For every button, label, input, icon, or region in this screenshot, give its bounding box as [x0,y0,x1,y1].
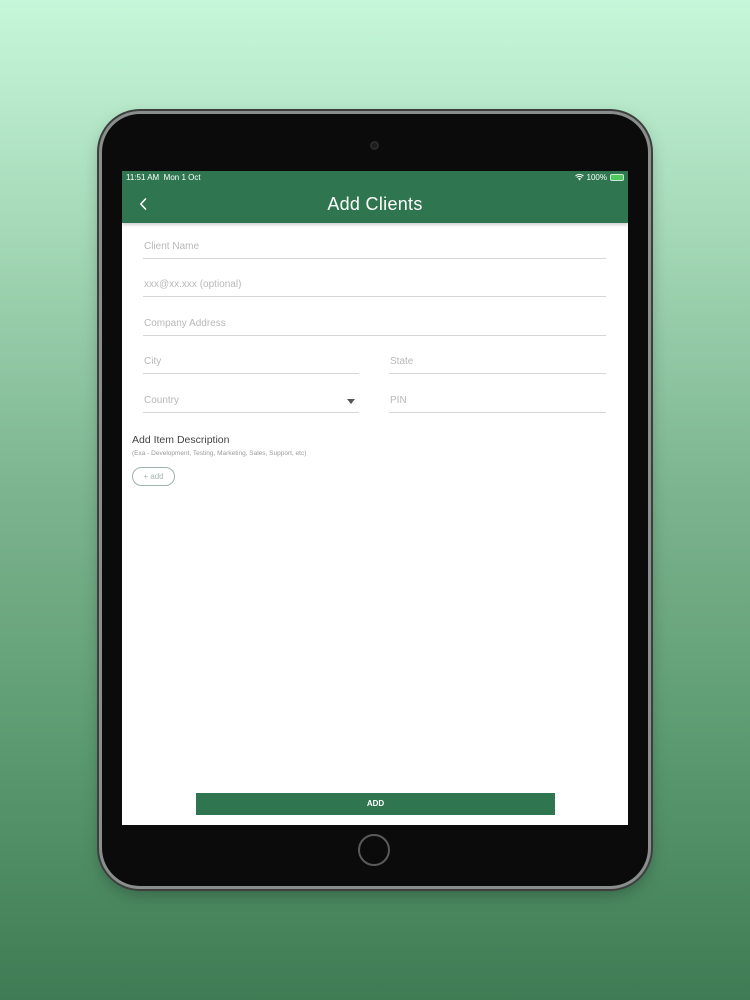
app-screen: 11:51 AM Mon 1 Oct 100% Add Clients Clie… [122,171,628,825]
city-field[interactable]: City [143,354,359,374]
page-title: Add Clients [327,194,423,214]
email-field[interactable]: xxx@xx.xxx (optional) [143,277,606,297]
home-button[interactable] [358,834,390,866]
client-name-field[interactable]: Client Name [143,239,606,259]
city-placeholder: City [144,356,162,367]
battery-percent: 100% [586,173,607,182]
company-address-field[interactable]: Company Address [143,316,606,336]
email-placeholder: xxx@xx.xxx (optional) [144,279,242,290]
status-time: 11:51 AM Mon 1 Oct [126,173,201,182]
camera [370,141,379,150]
add-item-button[interactable]: + add [132,467,175,486]
app-bar: Add Clients [122,185,628,223]
pin-field[interactable]: PIN [389,393,606,413]
country-select[interactable]: Country [143,393,359,413]
battery-icon [610,174,624,181]
tablet-frame: 11:51 AM Mon 1 Oct 100% Add Clients Clie… [102,114,648,886]
status-bar: 11:51 AM Mon 1 Oct 100% [122,171,628,185]
dropdown-arrow-icon [347,399,355,404]
country-placeholder: Country [144,395,180,406]
add-client-button[interactable]: ADD [196,793,555,815]
item-description-hint: (Exa - Development, Testing, Marketing, … [132,450,307,457]
status-date: Mon 1 Oct [163,173,201,182]
wifi-icon [574,174,584,181]
pin-placeholder: PIN [390,395,407,406]
state-placeholder: State [390,356,414,367]
client-name-placeholder: Client Name [144,241,200,252]
item-description-title: Add Item Description [132,434,230,446]
company-address-placeholder: Company Address [144,318,226,329]
state-field[interactable]: State [389,354,606,374]
status-indicators: 100% [574,173,624,182]
status-clock: 11:51 AM [126,173,160,182]
